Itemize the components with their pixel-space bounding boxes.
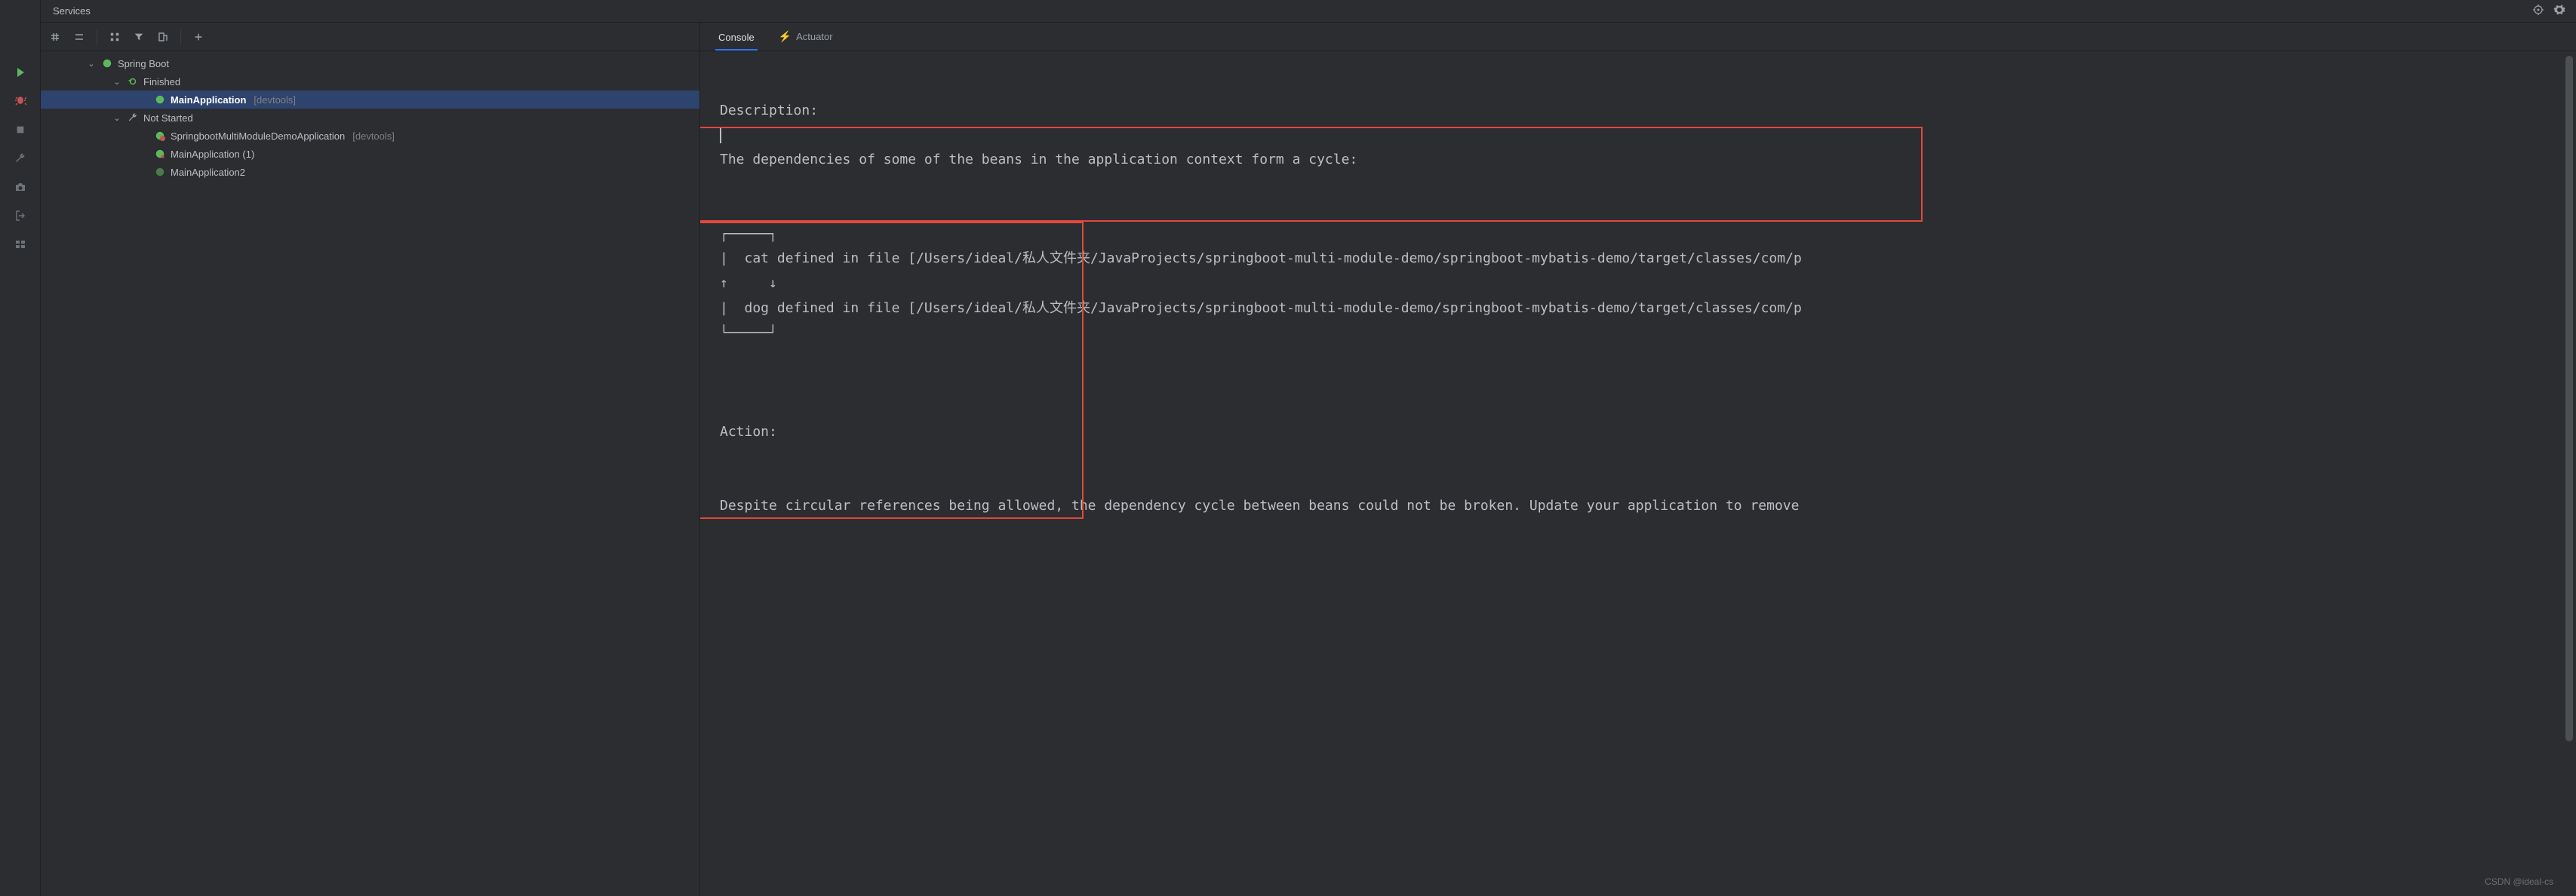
add-icon[interactable] [192,30,205,44]
run-config-tree-pane: ⌄ Spring Boot ⌄ Finished MainApplication… [41,23,700,896]
tree-suffix: [devtools] [254,94,296,106]
tree-node-finished[interactable]: ⌄ Finished [41,72,699,91]
console-line: Despite circular references being allowe… [720,498,1799,514]
spring-leaf-error-icon [154,130,166,142]
tree-node-main-application[interactable]: MainApplication [devtools] [41,91,699,109]
tab-actuator[interactable]: ⚡ Actuator [776,24,836,51]
filter-icon[interactable] [132,30,146,44]
console-line: └─────┘ [720,325,777,341]
spring-leaf-icon [154,94,166,106]
tree-label: MainApplication (1) [171,149,254,160]
tree-node-spring-boot[interactable]: ⌄ Spring Boot [41,54,699,72]
console-line: Description: [720,103,818,118]
play-icon[interactable] [13,65,28,80]
gear-icon[interactable] [2553,4,2565,18]
group-icon[interactable] [156,30,170,44]
tree-label: MainApplication2 [171,167,245,178]
tree-toolbar [41,23,699,51]
console-line: | dog defined in file [/Users/ideal/私人文件… [720,300,1802,316]
tree-node-main-application-2[interactable]: MainApplication2 [41,163,699,181]
tab-label: Console [718,32,755,43]
refresh-icon [127,75,139,87]
target-icon[interactable] [2532,4,2544,18]
layout-icon[interactable] [13,237,28,252]
text-cursor [720,128,721,143]
console-line: Action: [720,424,777,440]
highlight-box-1 [700,127,1923,222]
expand-all-icon[interactable] [48,30,62,44]
chevron-down-icon: ⌄ [86,59,97,69]
console-line: ↑ ↓ [720,275,777,291]
panel-title: Services [53,5,91,17]
services-panel: Services ⌄ [41,0,2576,896]
spring-boot-icon [101,57,113,69]
console-tabs: Console ⚡ Actuator [700,23,2576,51]
tree-node-main-application-1[interactable]: MainApplication (1) [41,145,699,163]
camera-icon[interactable] [13,180,28,195]
exit-icon[interactable] [13,208,28,223]
tree-label: Spring Boot [118,58,169,69]
tree-label: SpringbootMultiModuleDemoApplication [171,130,345,142]
bug-icon[interactable] [13,94,28,109]
wrench-small-icon [127,112,139,124]
tree-label: Finished [143,76,180,87]
spring-leaf-dim-icon [154,166,166,178]
console-line: ┌─────┐ [720,226,777,242]
wrench-icon[interactable] [13,151,28,166]
actuator-icon: ⚡ [779,30,792,43]
scrollbar[interactable] [2564,56,2573,891]
collapse-all-icon[interactable] [72,30,86,44]
tree-label: Not Started [143,112,193,124]
console-line: The dependencies of some of the beans in… [720,152,1357,167]
watermark-text: CSDN @ideal-cs [2485,876,2553,887]
tree-node-multimodule-app[interactable]: SpringbootMultiModuleDemoApplication [de… [41,127,699,145]
chevron-down-icon: ⌄ [112,113,122,123]
console-output[interactable]: Description: The dependencies of some of… [700,51,2576,896]
grid-icon[interactable] [108,30,121,44]
spring-leaf-x-icon [154,148,166,160]
tree-label: MainApplication [171,94,246,106]
left-tool-rail [0,0,41,896]
chevron-down-icon: ⌄ [112,77,122,87]
console-line: | cat defined in file [/Users/ideal/私人文件… [720,250,1802,266]
tab-label: Actuator [796,31,832,42]
run-config-tree[interactable]: ⌄ Spring Boot ⌄ Finished MainApplication… [41,51,699,181]
panel-title-bar: Services [41,0,2576,23]
console-pane: Console ⚡ Actuator Description: The depe… [700,23,2576,896]
scrollbar-thumb[interactable] [2565,56,2573,741]
tree-node-not-started[interactable]: ⌄ Not Started [41,109,699,127]
stop-icon[interactable] [13,122,28,137]
tree-suffix: [devtools] [352,130,395,142]
tab-console[interactable]: Console [715,26,758,51]
